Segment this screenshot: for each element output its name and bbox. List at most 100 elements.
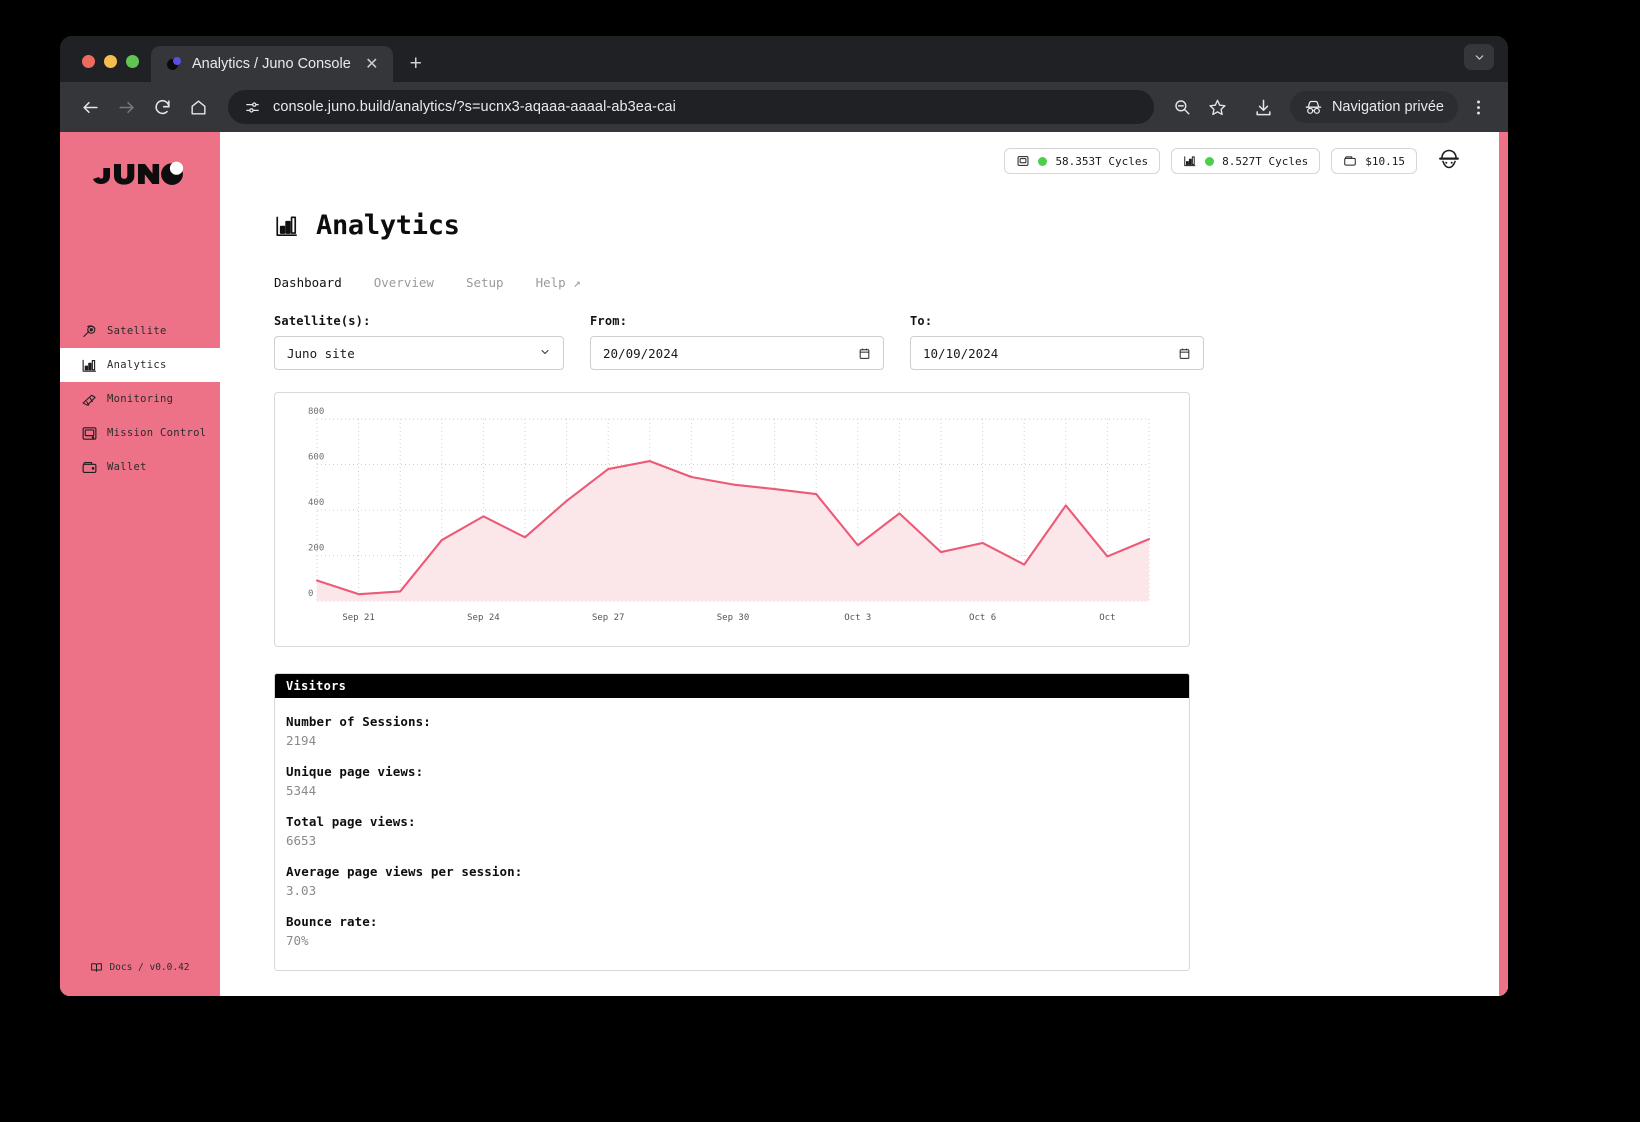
stat-value: 3.03 xyxy=(286,883,1189,898)
tab-help[interactable]: Help ↗ xyxy=(536,275,581,290)
incognito-indicator[interactable]: Navigation privée xyxy=(1290,91,1458,123)
to-date-input[interactable]: 10/10/2024 xyxy=(910,336,1204,370)
browser-tab[interactable]: Analytics / Juno Console ✕ xyxy=(151,46,393,82)
svg-text:0: 0 xyxy=(308,589,313,599)
visitors-card: Visitors Number of Sessions: 2194 Unique… xyxy=(274,673,1190,971)
stat-value: 6653 xyxy=(286,833,1189,848)
three-dot-menu-icon[interactable] xyxy=(1462,91,1494,123)
telescope-icon xyxy=(81,391,98,408)
wallet-icon xyxy=(1343,154,1357,168)
analytics-chart-card: 0200400600800Sep 21Sep 24Sep 27Sep 30Oct… xyxy=(274,392,1190,647)
sidebar-item-label: Wallet xyxy=(107,461,147,473)
page-right-edge xyxy=(1499,132,1508,996)
back-arrow-icon[interactable] xyxy=(74,91,106,123)
avatar[interactable] xyxy=(1436,148,1462,174)
stat-key: Unique page views: xyxy=(286,764,1189,779)
svg-text:Oct 6: Oct 6 xyxy=(969,613,996,623)
zoom-out-icon[interactable] xyxy=(1166,91,1198,123)
browser-window: Analytics / Juno Console ✕ + console.jun… xyxy=(60,36,1508,996)
filter-row: Satellite(s): Juno site From: 20/09/2024 xyxy=(274,314,1508,370)
status-dot xyxy=(1038,157,1047,166)
sidebar-item-label: Satellite xyxy=(107,325,167,337)
status-bar: 58.353T Cycles 8.527T Cycles $10.15 xyxy=(220,132,1508,190)
stat-value: 5344 xyxy=(286,783,1189,798)
svg-text:Sep 21: Sep 21 xyxy=(342,613,375,623)
satellite-label: Satellite(s): xyxy=(274,314,564,328)
close-window-button[interactable] xyxy=(82,55,95,68)
sidebar-item-satellite[interactable]: Satellite xyxy=(60,314,220,348)
window-controls xyxy=(78,55,151,82)
sidebar-item-mission-control[interactable]: Mission Control xyxy=(60,416,220,450)
new-tab-button[interactable]: + xyxy=(401,49,431,79)
tab-overview[interactable]: Overview xyxy=(374,275,434,290)
sidebar-nav: Satellite Analytics Monitoring xyxy=(60,314,220,484)
to-filter: To: 10/10/2024 xyxy=(910,314,1204,370)
content-area: Analytics Dashboard Overview Setup Help … xyxy=(220,210,1508,971)
sidebar-item-monitoring[interactable]: Monitoring xyxy=(60,382,220,416)
monitor-icon xyxy=(81,425,98,442)
close-tab-button[interactable]: ✕ xyxy=(361,53,383,75)
minimize-window-button[interactable] xyxy=(104,55,117,68)
browser-toolbar: console.juno.build/analytics/?s=ucnx3-aq… xyxy=(60,82,1508,132)
tab-list-chevron-down-icon[interactable] xyxy=(1464,44,1494,70)
stat-value: 2194 xyxy=(286,733,1189,748)
sidebar-item-label: Mission Control xyxy=(107,427,206,439)
mission-control-icon xyxy=(1016,154,1030,168)
satellite-select[interactable]: Juno site xyxy=(274,336,564,370)
to-date-value: 10/10/2024 xyxy=(923,346,998,361)
status-dot xyxy=(1205,157,1214,166)
svg-text:400: 400 xyxy=(308,498,324,508)
download-icon[interactable] xyxy=(1248,91,1280,123)
home-icon[interactable] xyxy=(182,91,214,123)
docs-link[interactable]: Docs / v0.0.42 xyxy=(60,961,220,974)
status-badge-wallet-balance[interactable]: $10.15 xyxy=(1331,148,1417,174)
stat-value: 70% xyxy=(286,933,1189,948)
address-bar[interactable]: console.juno.build/analytics/?s=ucnx3-aq… xyxy=(228,90,1154,124)
visitors-stats-list: Number of Sessions: 2194 Unique page vie… xyxy=(275,698,1189,970)
chevron-down-icon xyxy=(539,346,551,361)
to-label: To: xyxy=(910,314,1204,328)
sidebar-item-wallet[interactable]: Wallet xyxy=(60,450,220,484)
sidebar-item-analytics[interactable]: Analytics xyxy=(60,348,220,382)
stat-key: Bounce rate: xyxy=(286,914,1189,929)
from-date-value: 20/09/2024 xyxy=(603,346,678,361)
url-text: console.juno.build/analytics/?s=ucnx3-aq… xyxy=(273,99,676,115)
sidebar: Satellite Analytics Monitoring xyxy=(60,132,220,996)
svg-text:Sep 27: Sep 27 xyxy=(592,613,625,623)
forward-arrow-icon[interactable] xyxy=(110,91,142,123)
docs-label: Docs / v0.0.42 xyxy=(109,962,189,973)
tab-setup[interactable]: Setup xyxy=(466,275,504,290)
sidebar-item-label: Monitoring xyxy=(107,393,173,405)
book-icon xyxy=(90,961,103,974)
satellite-icon xyxy=(81,323,98,340)
main-content: 58.353T Cycles 8.527T Cycles $10.15 xyxy=(220,132,1508,996)
svg-text:Sep 24: Sep 24 xyxy=(467,613,500,623)
maximize-window-button[interactable] xyxy=(126,55,139,68)
tab-title: Analytics / Juno Console xyxy=(192,56,351,72)
visitors-card-title: Visitors xyxy=(275,674,1189,698)
juno-favicon-icon xyxy=(167,57,182,72)
svg-text:Oct: Oct xyxy=(1099,613,1115,623)
juno-logo[interactable] xyxy=(92,154,188,190)
status-badge-satellite-cycles[interactable]: 8.527T Cycles xyxy=(1171,148,1320,174)
tab-dashboard[interactable]: Dashboard xyxy=(274,275,342,290)
analytics-bars-icon xyxy=(274,213,300,239)
calendar-icon[interactable] xyxy=(858,347,871,360)
reload-icon[interactable] xyxy=(146,91,178,123)
stat-key: Average page views per session: xyxy=(286,864,1189,879)
status-badge-mission-control-cycles[interactable]: 58.353T Cycles xyxy=(1004,148,1160,174)
analytics-bars-icon xyxy=(1183,154,1197,168)
stat-row: Total page views: 6653 xyxy=(286,814,1189,848)
calendar-icon[interactable] xyxy=(1178,347,1191,360)
status-badge-label: $10.15 xyxy=(1365,155,1405,168)
stat-row: Average page views per session: 3.03 xyxy=(286,864,1189,898)
analytics-area-chart[interactable]: 0200400600800Sep 21Sep 24Sep 27Sep 30Oct… xyxy=(275,393,1189,646)
site-settings-icon[interactable] xyxy=(244,99,261,116)
page-title-text: Analytics xyxy=(316,210,460,241)
stat-row: Number of Sessions: 2194 xyxy=(286,714,1189,748)
status-badge-label: 8.527T Cycles xyxy=(1222,155,1308,168)
star-icon[interactable] xyxy=(1202,91,1234,123)
satellite-filter: Satellite(s): Juno site xyxy=(274,314,564,370)
svg-text:Oct 3: Oct 3 xyxy=(844,613,871,623)
from-date-input[interactable]: 20/09/2024 xyxy=(590,336,884,370)
